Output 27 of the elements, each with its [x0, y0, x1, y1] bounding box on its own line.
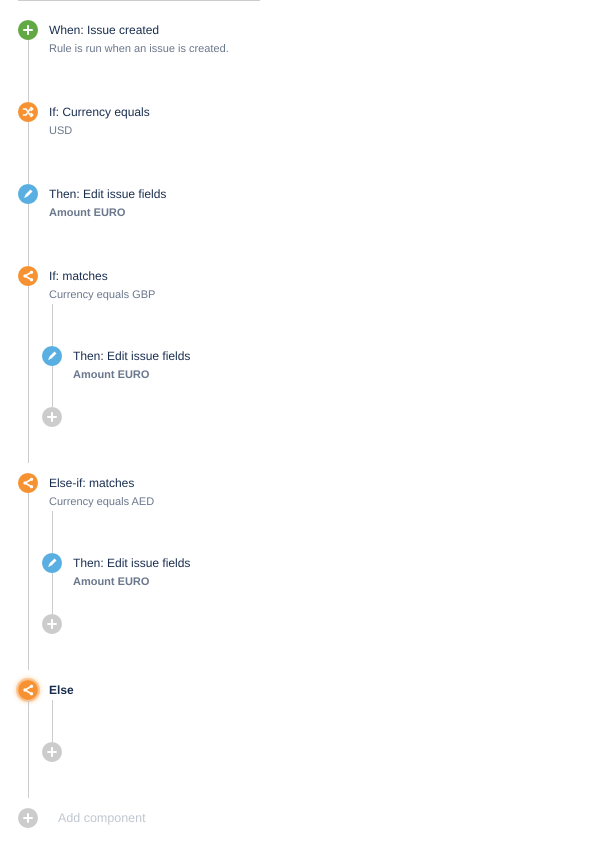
step-description: Rule is run when an issue is created.: [49, 42, 230, 57]
pencil-icon[interactable]: [18, 184, 38, 204]
step-title[interactable]: Then: Edit issue fields: [73, 553, 589, 573]
step-title[interactable]: Else-if: matches: [49, 473, 589, 493]
branch-icon[interactable]: [18, 473, 38, 493]
pencil-icon[interactable]: [42, 553, 62, 573]
step-description: Currency equals AED: [49, 495, 156, 510]
add-icon[interactable]: [42, 614, 62, 634]
step-description: Currency equals GBP: [49, 288, 156, 303]
step-title[interactable]: When: Issue created: [49, 20, 589, 40]
step-title[interactable]: If: matches: [49, 266, 589, 286]
step-description: Amount EURO: [73, 575, 150, 590]
branch-icon[interactable]: [18, 266, 38, 286]
add-icon[interactable]: [42, 742, 62, 762]
step-title[interactable]: Else: [49, 680, 589, 700]
branch-icon[interactable]: [18, 680, 38, 700]
step-title[interactable]: If: Currency equals: [49, 102, 589, 122]
add-icon[interactable]: [18, 808, 38, 828]
step-title[interactable]: Then: Edit issue fields: [49, 184, 589, 204]
step-description: Amount EURO: [49, 206, 126, 221]
step-title[interactable]: Then: Edit issue fields: [73, 346, 589, 366]
pencil-icon[interactable]: [42, 346, 62, 366]
step-description: USD: [49, 124, 74, 139]
step-description: Amount EURO: [73, 368, 150, 383]
shuffle-icon[interactable]: [18, 102, 38, 122]
add-icon[interactable]: [42, 407, 62, 427]
plus-icon[interactable]: [18, 20, 38, 40]
